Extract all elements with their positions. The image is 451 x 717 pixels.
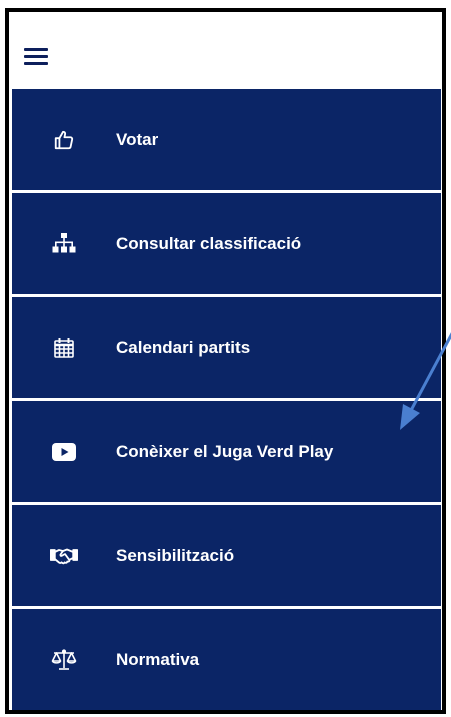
hamburger-menu-icon[interactable] <box>24 46 48 66</box>
handshake-icon <box>50 544 78 568</box>
menu-item-consultar-classificacio[interactable]: Consultar classificació <box>12 193 441 294</box>
menu-item-label: Calendari partits <box>116 337 251 357</box>
menu-item-calendari-partits[interactable]: Calendari partits <box>12 297 441 398</box>
hierarchy-icon <box>50 232 78 256</box>
scales-icon <box>50 648 78 672</box>
menu-item-label: Sensibilització <box>116 545 235 565</box>
main-menu: Votar Consultar classificació Calendari … <box>12 89 441 710</box>
menu-item-normativa[interactable]: Normativa <box>12 609 441 710</box>
menu-item-votar[interactable]: Votar <box>12 89 441 190</box>
calendar-icon <box>50 336 78 360</box>
menu-item-label: Votar <box>116 129 159 149</box>
youtube-play-icon <box>50 440 78 464</box>
menu-item-label: Conèixer el Juga Verd Play <box>116 441 334 461</box>
app-frame: Votar Consultar classificació Calendari … <box>5 8 446 714</box>
top-bar <box>9 12 442 88</box>
menu-item-label: Consultar classificació <box>116 233 302 253</box>
menu-item-coneixer-juga-verd-play[interactable]: Conèixer el Juga Verd Play <box>12 401 441 502</box>
menu-item-label: Normativa <box>116 649 200 669</box>
thumbs-up-icon <box>50 128 78 152</box>
menu-item-sensibilitzacio[interactable]: Sensibilització <box>12 505 441 606</box>
